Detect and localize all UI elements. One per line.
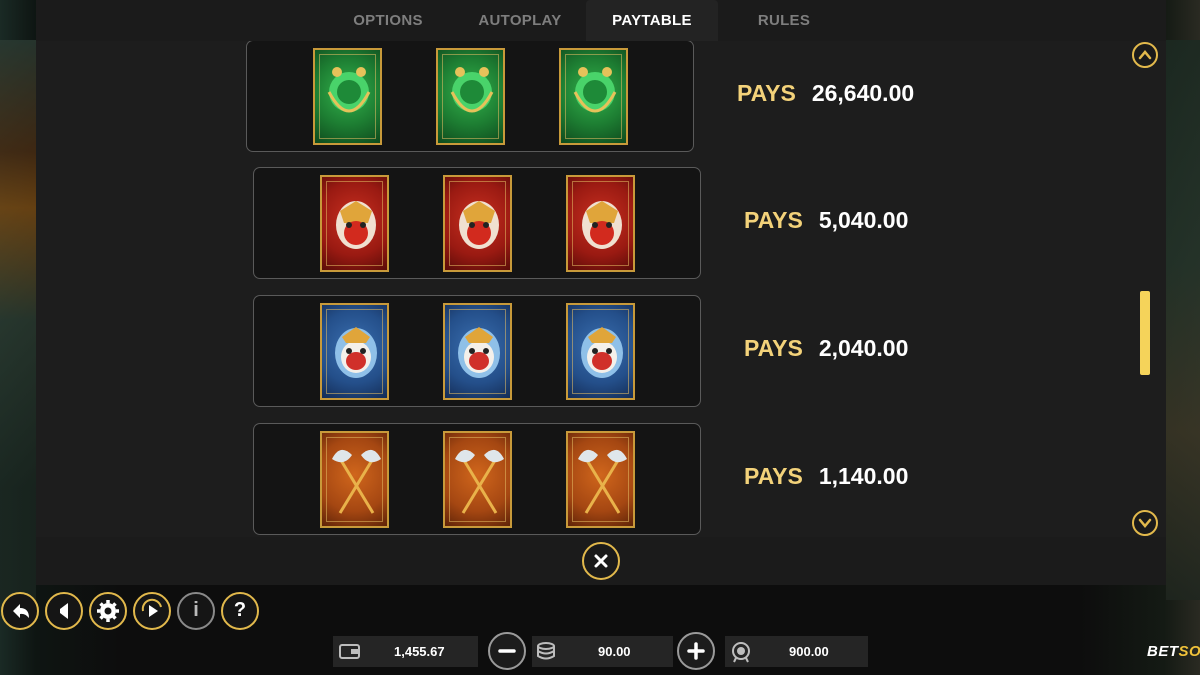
brand-logo-part2: SOFT xyxy=(1178,643,1200,660)
chevron-down-icon xyxy=(1138,518,1152,528)
autoplay-icon xyxy=(141,598,162,617)
tab-bar: OPTIONS AUTOPLAY PAYTABLE RULES xyxy=(36,0,1166,41)
back-button[interactable] xyxy=(1,592,39,630)
sound-icon xyxy=(60,603,68,619)
tab-paytable[interactable]: PAYTABLE xyxy=(586,0,718,41)
green-dragon-card-icon xyxy=(559,48,628,145)
tab-rules[interactable]: RULES xyxy=(718,0,850,41)
balance-value: 1,455.67 xyxy=(394,644,445,659)
green-dragon-card-icon xyxy=(313,48,382,145)
pays-text: PAYS 1,140.00 xyxy=(744,463,908,490)
sound-button[interactable] xyxy=(45,592,83,630)
win-field: 900.00 xyxy=(725,636,868,667)
settings-gear-icon xyxy=(97,600,119,622)
plus-icon xyxy=(687,642,705,660)
paytable-row: PAYS 26,640.00 xyxy=(246,41,946,152)
paytable-panel: OPTIONS AUTOPLAY PAYTABLE RULES PAYS 26,… xyxy=(36,0,1166,585)
pays-label: PAYS xyxy=(744,335,803,361)
symbol-box xyxy=(253,295,701,407)
blue-mask-card-icon xyxy=(566,303,635,400)
paytable-scroll-area[interactable]: PAYS 26,640.00 PAYS 5,040.00 PAYS 2,040.… xyxy=(36,41,1166,537)
bet-value: 90.00 xyxy=(598,644,631,659)
pays-value: 2,040.00 xyxy=(818,335,909,361)
symbol-box xyxy=(253,423,701,535)
crossed-axes-card-icon xyxy=(443,431,512,528)
crossed-axes-card-icon xyxy=(320,431,389,528)
symbol-box xyxy=(253,167,701,279)
red-mask-card-icon xyxy=(443,175,512,272)
pays-value: 26,640.00 xyxy=(811,80,915,106)
green-dragon-card-icon xyxy=(436,48,505,145)
wallet-icon xyxy=(339,644,360,659)
autoplay-button[interactable] xyxy=(133,592,171,630)
chevron-up-icon xyxy=(1138,50,1152,60)
pays-text: PAYS 26,640.00 xyxy=(737,80,914,107)
paytable-row: PAYS 2,040.00 xyxy=(253,295,953,407)
balance-field: 1,455.67 xyxy=(333,636,478,667)
scroll-up-button[interactable] xyxy=(1132,42,1158,68)
background-left-edge xyxy=(0,40,36,600)
close-icon xyxy=(594,554,608,568)
increase-bet-button[interactable] xyxy=(677,632,715,670)
red-mask-card-icon xyxy=(320,175,389,272)
bet-field: 90.00 xyxy=(532,636,673,667)
brand-logo-part1: BET xyxy=(1147,643,1179,660)
background-right-edge xyxy=(1166,40,1200,600)
coins-icon xyxy=(537,642,555,660)
info-icon: i xyxy=(193,599,199,621)
pays-label: PAYS xyxy=(744,207,803,233)
tab-autoplay[interactable]: AUTOPLAY xyxy=(454,0,586,41)
red-mask-card-icon xyxy=(566,175,635,272)
pays-label: PAYS xyxy=(737,80,796,106)
paytable-row: PAYS 5,040.00 xyxy=(253,167,953,279)
pays-text: PAYS 5,040.00 xyxy=(744,207,908,234)
help-button[interactable]: ? xyxy=(221,592,259,630)
game-screen: OPTIONS AUTOPLAY PAYTABLE RULES PAYS 26,… xyxy=(0,0,1200,675)
win-value: 900.00 xyxy=(789,644,829,659)
help-icon: ? xyxy=(233,599,247,621)
scrollbar-thumb[interactable] xyxy=(1140,290,1150,375)
settings-button[interactable] xyxy=(89,592,127,630)
brand-logo: BETSOFT xyxy=(1147,643,1200,660)
crossed-axes-card-icon xyxy=(566,431,635,528)
paytable-row: PAYS 1,140.00 xyxy=(253,423,953,535)
medal-icon xyxy=(732,642,750,663)
info-button[interactable]: i xyxy=(177,592,215,630)
pays-text: PAYS 2,040.00 xyxy=(744,335,908,362)
symbol-box xyxy=(246,41,694,152)
pays-label: PAYS xyxy=(744,463,803,489)
close-paytable-button[interactable] xyxy=(582,542,620,580)
pays-value: 5,040.00 xyxy=(818,207,909,233)
blue-mask-card-icon xyxy=(443,303,512,400)
pays-value: 1,140.00 xyxy=(818,463,909,489)
back-icon xyxy=(13,604,29,618)
minus-icon xyxy=(498,649,516,653)
scroll-down-button[interactable] xyxy=(1132,510,1158,536)
decrease-bet-button[interactable] xyxy=(488,632,526,670)
blue-mask-card-icon xyxy=(320,303,389,400)
tab-options[interactable]: OPTIONS xyxy=(322,0,454,41)
